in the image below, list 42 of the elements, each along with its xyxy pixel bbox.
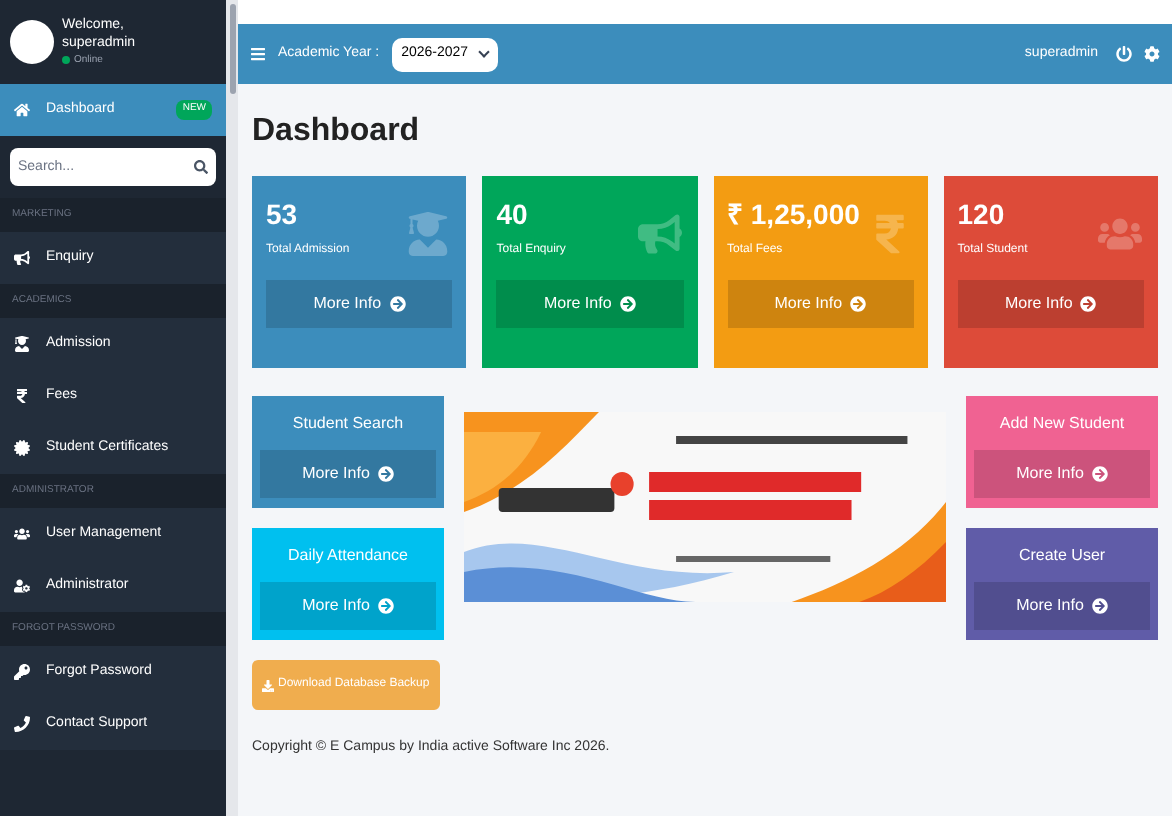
- megaphone-icon: [14, 250, 30, 266]
- rupee-icon: [14, 388, 30, 404]
- stat-value: 120: [957, 200, 1007, 228]
- more-info-link[interactable]: More Info: [260, 450, 436, 498]
- stat-value: 53: [266, 200, 300, 228]
- chevron-icon: [478, 46, 490, 58]
- download-icon: [262, 679, 274, 691]
- settings-icon[interactable]: [1144, 46, 1160, 62]
- card-title: Student Search: [292, 412, 404, 436]
- card-title: Daily Attendance: [287, 544, 409, 568]
- more-info-link[interactable]: More Info: [266, 280, 453, 328]
- arrow-right-icon: [377, 598, 394, 614]
- stat-value: ₹ 1,25,000: [727, 200, 862, 228]
- page-title: Dashboard: [252, 116, 422, 148]
- graduate-icon: [406, 212, 451, 256]
- megaphone-icon: [637, 212, 681, 256]
- card-title: Add New Student: [999, 412, 1125, 436]
- power-icon[interactable]: [1116, 46, 1132, 62]
- avatar: [10, 20, 54, 64]
- user-cog-icon: [14, 578, 30, 594]
- home-icon: [14, 102, 30, 118]
- more-info-link[interactable]: More Info: [496, 280, 683, 328]
- key-icon: [14, 664, 30, 680]
- arrow-right-icon: [1091, 598, 1108, 614]
- arrow-right-icon: [1091, 466, 1108, 482]
- arrow-right-icon: [619, 296, 636, 312]
- phone-icon: [14, 716, 30, 732]
- menu-icon[interactable]: [250, 46, 266, 62]
- card-title: Create User: [1018, 544, 1106, 568]
- users-icon: [14, 526, 30, 542]
- stat-value: 40: [496, 200, 530, 228]
- arrow-right-icon: [389, 296, 406, 312]
- graduate-icon: [14, 336, 30, 352]
- more-info-link[interactable]: More Info: [974, 450, 1150, 498]
- badge-icon: [14, 440, 30, 456]
- arrow-right-icon: [850, 296, 867, 312]
- scrollbar-thumb[interactable]: [229, 4, 235, 94]
- search-icon: [194, 160, 208, 174]
- more-info-link[interactable]: More Info: [957, 280, 1144, 328]
- more-info-link[interactable]: More Info: [974, 582, 1150, 630]
- arrow-right-icon: [377, 466, 394, 482]
- arrow-right-icon: [1080, 296, 1097, 312]
